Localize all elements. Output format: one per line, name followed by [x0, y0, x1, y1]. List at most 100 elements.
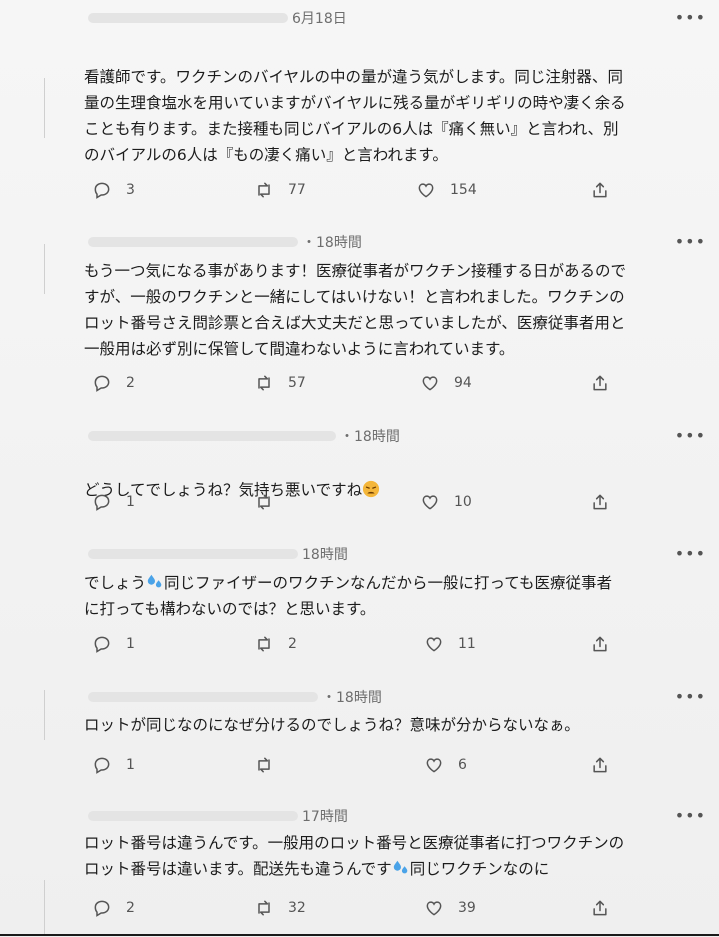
retweet-button[interactable]: [254, 753, 288, 777]
like-count: 39: [458, 900, 476, 916]
reply-button[interactable]: 1: [92, 753, 135, 777]
tweet-text-part: 同じワクチンなのに: [409, 860, 550, 878]
like-button[interactable]: 10: [420, 490, 472, 514]
more-icon[interactable]: •••: [675, 544, 706, 564]
retweet-icon: [258, 900, 270, 916]
tweet-header: 17時間: [88, 806, 348, 826]
share-icon: [593, 900, 607, 916]
share-icon: [593, 494, 607, 510]
author-name-blurred: [88, 237, 298, 247]
more-icon[interactable]: •••: [675, 687, 706, 707]
reply-button[interactable]: 1: [92, 632, 135, 656]
tweet-actions: 3 77 154: [84, 178, 704, 202]
reply-icon: [94, 757, 110, 774]
tweet-header: ・18時間: [88, 426, 400, 446]
tweet-header: 6月18日: [88, 8, 347, 28]
bottom-divider: [0, 934, 719, 936]
more-icon[interactable]: •••: [675, 806, 706, 826]
tweet-text-part: 同じファイザーのワクチンなんだから一般に打っても医療従事者 に打っても構わないの…: [84, 574, 612, 618]
retweet-button[interactable]: 2: [254, 632, 297, 656]
timestamp: 18時間: [302, 547, 348, 563]
reply-count: 3: [126, 182, 135, 198]
tweet-text: でしょう 同じファイザーのワクチンなんだから一般に打っても医療従事者 に打っても構…: [84, 570, 704, 622]
author-name-blurred: [88, 811, 298, 821]
timestamp: ・18時間: [302, 235, 362, 251]
more-icon[interactable]: •••: [675, 426, 706, 446]
retweet-button[interactable]: 57: [254, 371, 306, 395]
like-icon: [426, 901, 442, 916]
retweet-button[interactable]: [254, 490, 288, 514]
tweet-actions: 1 6: [84, 753, 704, 777]
like-count: 11: [458, 636, 476, 652]
share-button[interactable]: [590, 371, 610, 395]
tweet[interactable]: ・18時間 ••• どうしてでしょうね？気持ち悪いですね 1 10: [84, 426, 706, 520]
retweet-icon: [258, 182, 270, 198]
share-icon: [593, 636, 607, 652]
share-icon: [593, 182, 607, 198]
retweet-button[interactable]: 77: [254, 178, 306, 202]
tweet-text: もう一つ気になる事があります！医療従事者がワクチン接種する日があるので すが、一…: [84, 262, 627, 358]
like-button[interactable]: 39: [424, 896, 476, 920]
retweet-icon: [258, 494, 270, 510]
retweet-count: 32: [288, 900, 306, 916]
more-icon[interactable]: •••: [675, 8, 706, 28]
reply-count: 1: [126, 757, 135, 773]
like-icon: [426, 758, 442, 773]
tweet-actions: 1 2 11: [84, 632, 704, 656]
reply-count: 1: [126, 494, 135, 510]
reply-button[interactable]: 3: [92, 178, 135, 202]
timeline: 6月18日 ••• 看護師です。ワクチンのバイヤルの中の量が違う気がします。同じ…: [0, 0, 719, 937]
author-name-blurred: [88, 549, 298, 559]
like-button[interactable]: 154: [416, 178, 477, 202]
reply-icon: [94, 375, 110, 392]
share-icon: [593, 757, 607, 773]
reply-button[interactable]: 2: [92, 896, 135, 920]
like-icon: [426, 637, 442, 652]
tweet[interactable]: 18時間 ••• でしょう 同じファイザーのワクチンなんだから一般に打っても医療従…: [84, 544, 706, 664]
like-button[interactable]: 94: [420, 371, 472, 395]
like-count: 94: [454, 375, 472, 391]
reply-button[interactable]: 1: [92, 490, 135, 514]
timestamp: 6月18日: [292, 11, 347, 27]
tweet-header: ・18時間: [88, 232, 362, 252]
author-name-blurred: [88, 13, 288, 23]
retweet-icon: [258, 636, 270, 652]
share-button[interactable]: [590, 490, 610, 514]
tweet-text: ロットが同じなのになぜ分けるのでしょうね？意味が分からないなぁ。: [84, 716, 580, 734]
timestamp: 17時間: [302, 809, 348, 825]
share-button[interactable]: [590, 632, 610, 656]
retweet-count: 57: [288, 375, 306, 391]
like-count: 6: [458, 757, 467, 773]
like-button[interactable]: 6: [424, 753, 467, 777]
like-count: 154: [450, 182, 477, 198]
left-rule: [44, 78, 45, 138]
reply-icon: [94, 494, 110, 511]
left-rule: [44, 880, 45, 935]
tweet-text: ロット番号は違うんです。一般用のロット番号と医療従事者に打つワクチンの ロット番…: [84, 830, 704, 882]
author-name-blurred: [88, 692, 318, 702]
reply-count: 2: [126, 375, 135, 391]
reply-button[interactable]: 2: [92, 371, 135, 395]
reply-icon: [94, 636, 110, 653]
retweet-button[interactable]: 32: [254, 896, 306, 920]
sweat-droplets-icon: [393, 860, 407, 874]
like-button[interactable]: 11: [424, 632, 476, 656]
more-icon[interactable]: •••: [675, 232, 706, 252]
tweet[interactable]: ・18時間 ••• もう一つ気になる事があります！医療従事者がワクチン接種する日…: [84, 232, 706, 400]
tweet[interactable]: 17時間 ••• ロット番号は違うんです。一般用のロット番号と医療従事者に打つワ…: [84, 806, 706, 928]
retweet-icon: [258, 757, 270, 773]
tweet-actions: 2 32 39: [84, 896, 704, 920]
left-rule: [44, 244, 45, 294]
tweet-actions: 1 10: [84, 490, 704, 514]
tweet[interactable]: 6月18日 ••• 看護師です。ワクチンのバイヤルの中の量が違う気がします。同じ…: [84, 8, 706, 208]
share-button[interactable]: [590, 178, 610, 202]
share-button[interactable]: [590, 753, 610, 777]
tweet[interactable]: ・18時間 ••• ロットが同じなのになぜ分けるのでしょうね？意味が分からないな…: [84, 687, 706, 781]
tweet-header: ・18時間: [88, 687, 382, 707]
like-icon: [422, 376, 438, 391]
like-count: 10: [454, 494, 472, 510]
share-button[interactable]: [590, 896, 610, 920]
tweet-text-part: でしょう: [84, 574, 147, 592]
timestamp: ・18時間: [322, 690, 382, 706]
reply-count: 2: [126, 900, 135, 916]
